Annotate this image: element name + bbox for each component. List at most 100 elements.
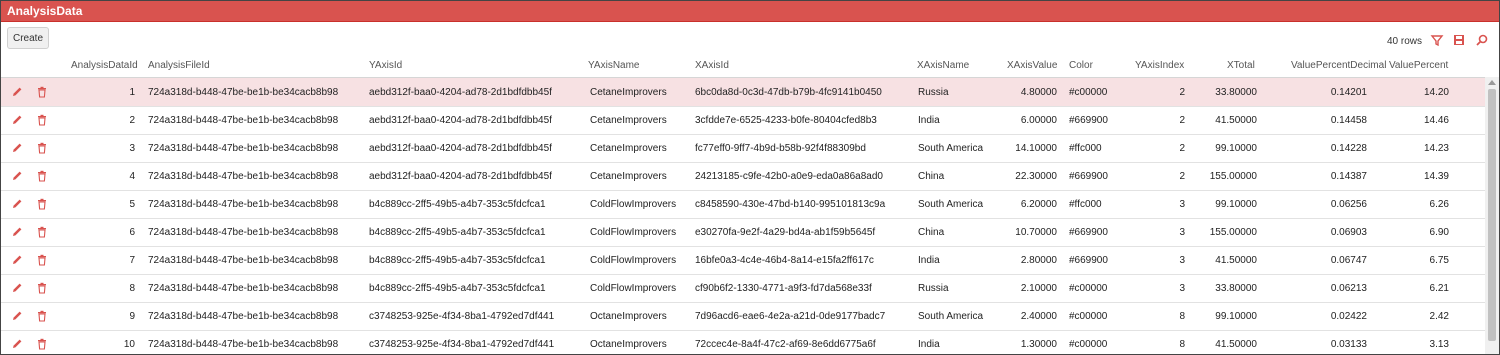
cell-analysisfileid: 724a318d-b448-47be-be1b-be34cacb8b98 <box>148 199 339 210</box>
delete-icon[interactable] <box>35 141 49 155</box>
cell-xtotal: 155.00000 <box>1209 227 1257 238</box>
table-row[interactable]: 5 724a318d-b448-47be-be1b-be34cacb8b98 b4c… <box>1 190 1485 219</box>
table-row[interactable]: 9 724a318d-b448-47be-be1b-be34cacb8b98 c37… <box>1 302 1485 331</box>
edit-icon[interactable] <box>10 113 24 127</box>
delete-icon[interactable] <box>35 309 49 323</box>
cell-xaxisname: South America <box>918 311 984 322</box>
scroll-thumb[interactable] <box>1488 89 1496 341</box>
cell-valuepercent: 14.39 <box>1423 171 1449 182</box>
cell-xaxisname: India <box>918 255 940 266</box>
delete-icon[interactable] <box>35 113 49 127</box>
table-row[interactable]: 2 724a318d-b448-47be-be1b-be34cacb8b98 aeb… <box>1 106 1485 135</box>
edit-icon[interactable] <box>10 141 24 155</box>
cell-valuepercent: 6.26 <box>1429 199 1449 210</box>
cell-xaxisvalue: 1.30000 <box>1020 339 1057 350</box>
cell-xaxisvalue: 14.10000 <box>1015 143 1057 154</box>
cell-yaxisid: b4c889cc-2ff5-49b5-a4b7-353c5fdcfca1 <box>369 255 546 266</box>
column-header-yaxisname[interactable]: YAxisName <box>588 60 640 71</box>
column-header-valuepercentdecimal[interactable]: ValuePercentDecimal <box>1291 60 1386 71</box>
delete-icon[interactable] <box>35 281 49 295</box>
cell-yaxisname: ColdFlowImprovers <box>590 199 677 210</box>
export-icon[interactable] <box>1452 33 1466 47</box>
edit-icon[interactable] <box>10 281 24 295</box>
table-row[interactable]: 7 724a318d-b448-47be-be1b-be34cacb8b98 b4c… <box>1 246 1485 275</box>
table-row[interactable]: 6 724a318d-b448-47be-be1b-be34cacb8b98 b4c… <box>1 218 1485 247</box>
cell-analysisdataid: 1 <box>129 87 135 98</box>
edit-icon[interactable] <box>10 85 24 99</box>
table-row[interactable]: 8 724a318d-b448-47be-be1b-be34cacb8b98 b4c… <box>1 274 1485 303</box>
cell-analysisfileid: 724a318d-b448-47be-be1b-be34cacb8b98 <box>148 115 339 126</box>
cell-analysisfileid: 724a318d-b448-47be-be1b-be34cacb8b98 <box>148 255 339 266</box>
cell-yaxisname: ColdFlowImprovers <box>590 227 677 238</box>
cell-yaxisname: OctaneImprovers <box>590 339 667 350</box>
column-header-xaxisname[interactable]: XAxisName <box>917 60 969 71</box>
cell-yaxisname: CetaneImprovers <box>590 115 667 126</box>
cell-valuepercentdecimal: 0.06256 <box>1330 199 1367 210</box>
column-header-yaxisid[interactable]: YAxisId <box>369 60 402 71</box>
cell-color: #ffc000 <box>1069 199 1102 210</box>
table-row[interactable]: 3 724a318d-b448-47be-be1b-be34cacb8b98 aeb… <box>1 134 1485 163</box>
cell-analysisdataid: 3 <box>129 143 135 154</box>
cell-yaxisindex: 3 <box>1179 255 1185 266</box>
table-row[interactable]: 10 724a318d-b448-47be-be1b-be34cacb8b98 c3… <box>1 330 1485 354</box>
delete-icon[interactable] <box>35 337 49 351</box>
cell-xaxisvalue: 6.00000 <box>1020 115 1057 126</box>
cell-analysisfileid: 724a318d-b448-47be-be1b-be34cacb8b98 <box>148 143 339 154</box>
edit-icon[interactable] <box>10 225 24 239</box>
cell-yaxisindex: 2 <box>1179 143 1185 154</box>
cell-xtotal: 41.50000 <box>1215 339 1257 350</box>
column-header-xaxisid[interactable]: XAxisId <box>695 60 729 71</box>
edit-icon[interactable] <box>10 169 24 183</box>
cell-yaxisid: b4c889cc-2ff5-49b5-a4b7-353c5fdcfca1 <box>369 283 546 294</box>
edit-icon[interactable] <box>10 337 24 351</box>
cell-color: #669900 <box>1069 227 1108 238</box>
table-row[interactable]: 4 724a318d-b448-47be-be1b-be34cacb8b98 aeb… <box>1 162 1485 191</box>
table-row[interactable]: 1 724a318d-b448-47be-be1b-be34cacb8b98 aeb… <box>1 78 1485 107</box>
cell-yaxisindex: 2 <box>1179 171 1185 182</box>
column-header-analysisdataid[interactable]: AnalysisDataId <box>71 60 138 71</box>
cell-xaxisid: fc77eff0-9ff7-4b9d-b58b-92f4f88309bd <box>695 143 866 154</box>
cell-valuepercent: 6.75 <box>1429 255 1449 266</box>
column-header-yaxisindex[interactable]: YAxisIndex <box>1135 60 1184 71</box>
cell-xaxisvalue: 6.20000 <box>1020 199 1057 210</box>
column-header-xtotal[interactable]: XTotal <box>1227 60 1255 71</box>
cell-yaxisname: CetaneImprovers <box>590 143 667 154</box>
vertical-scrollbar[interactable] <box>1485 77 1499 354</box>
cell-xaxisvalue: 10.70000 <box>1015 227 1057 238</box>
cell-xaxisid: 16bfe0a3-4c4e-46b4-8a14-e15fa2ff617c <box>695 255 874 266</box>
column-header-xaxisvalue[interactable]: XAxisValue <box>1007 60 1057 71</box>
column-header-analysisfileid[interactable]: AnalysisFileId <box>148 60 210 71</box>
cell-xaxisvalue: 2.40000 <box>1020 311 1057 322</box>
delete-icon[interactable] <box>35 253 49 267</box>
cell-xaxisname: Russia <box>918 87 949 98</box>
cell-valuepercent: 14.46 <box>1423 115 1449 126</box>
cell-analysisdataid: 10 <box>123 339 135 350</box>
delete-icon[interactable] <box>35 85 49 99</box>
cell-xaxisvalue: 22.30000 <box>1015 171 1057 182</box>
edit-icon[interactable] <box>10 197 24 211</box>
edit-icon[interactable] <box>10 309 24 323</box>
column-header-valuepercent[interactable]: ValuePercent <box>1389 60 1448 71</box>
cell-xaxisid: 6bc0da8d-0c3d-47db-b79b-4fc9141b0450 <box>695 87 882 98</box>
search-icon[interactable] <box>1475 33 1489 47</box>
scroll-up-icon[interactable] <box>1488 80 1496 85</box>
create-button[interactable]: Create <box>7 27 49 49</box>
panel-title: AnalysisData <box>1 1 1499 22</box>
cell-xaxisname: India <box>918 115 940 126</box>
cell-yaxisindex: 3 <box>1179 199 1185 210</box>
cell-xtotal: 99.10000 <box>1215 311 1257 322</box>
column-header-color[interactable]: Color <box>1069 60 1093 71</box>
delete-icon[interactable] <box>35 225 49 239</box>
cell-analysisfileid: 724a318d-b448-47be-be1b-be34cacb8b98 <box>148 171 339 182</box>
cell-xtotal: 33.80000 <box>1215 87 1257 98</box>
cell-yaxisindex: 2 <box>1179 115 1185 126</box>
filter-icon[interactable] <box>1430 33 1444 47</box>
cell-xaxisvalue: 4.80000 <box>1020 87 1057 98</box>
cell-yaxisid: b4c889cc-2ff5-49b5-a4b7-353c5fdcfca1 <box>369 199 546 210</box>
cell-analysisdataid: 5 <box>129 199 135 210</box>
cell-valuepercentdecimal: 0.06213 <box>1330 283 1367 294</box>
delete-icon[interactable] <box>35 169 49 183</box>
cell-yaxisid: c3748253-925e-4f34-8ba1-4792ed7df441 <box>369 339 555 350</box>
edit-icon[interactable] <box>10 253 24 267</box>
delete-icon[interactable] <box>35 197 49 211</box>
